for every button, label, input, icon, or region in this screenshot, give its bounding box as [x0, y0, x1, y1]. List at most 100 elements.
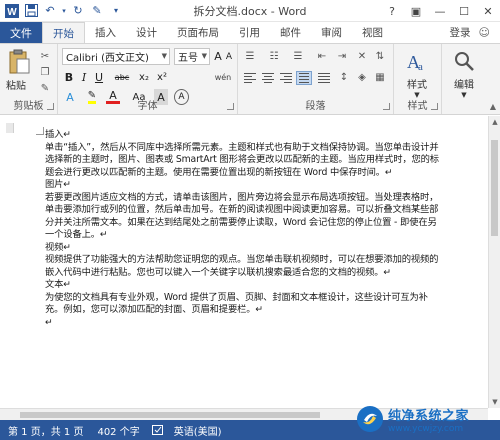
font-name-select[interactable]: Calibri (西文正文) ▼: [62, 48, 170, 65]
redo-icon[interactable]: ↻: [70, 3, 86, 19]
paste-button[interactable]: 粘贴: [6, 77, 26, 92]
help-icon[interactable]: ?: [380, 0, 404, 22]
editing-button[interactable]: 编辑 ▼: [449, 47, 479, 99]
chinese-layout-icon[interactable]: ✕: [354, 50, 370, 62]
tab-insert[interactable]: 插入: [85, 22, 126, 43]
editing-icon: [449, 47, 479, 75]
chevron-down-icon: ▼: [161, 52, 167, 60]
svg-text:a: a: [418, 61, 423, 73]
language-status[interactable]: 英语(美国): [174, 423, 222, 438]
doc-paragraph[interactable]: 视频↵: [45, 242, 445, 255]
clipboard-launcher-icon[interactable]: [47, 103, 54, 110]
page-count[interactable]: 第 1 页，共 1 页: [8, 423, 83, 438]
doc-paragraph[interactable]: 若要更改图片适应文档的方式，请单击该图片，图片旁边将会显示布局选项按钮。当处理表…: [45, 192, 445, 242]
strikethrough-button[interactable]: abc: [112, 69, 132, 85]
proofing-icon[interactable]: [151, 424, 164, 436]
paragraph-label: 段落: [305, 101, 326, 112]
font-name-value: Calibri (西文正文): [66, 53, 149, 64]
editing-group: 编辑 ▼: [442, 44, 486, 114]
doc-paragraph[interactable]: 视频提供了功能强大的方法帮助您证明您的观点。当您单击联机视频时，可以在想要添加的…: [45, 254, 445, 279]
styles-launcher-icon[interactable]: [431, 103, 438, 110]
ribbon-tabs: 文件 开始 插入 设计 页面布局 引用 邮件 审阅 视图 登录 ☺: [0, 22, 500, 43]
underline-button[interactable]: U: [93, 69, 105, 85]
paste-icon[interactable]: [8, 49, 30, 75]
doc-paragraph[interactable]: 插入↵: [45, 129, 445, 142]
line-spacing-icon[interactable]: ↕: [336, 71, 352, 83]
customize-qa-icon[interactable]: ▾: [108, 3, 124, 19]
tab-design[interactable]: 设计: [126, 22, 167, 43]
ribbon-display-icon[interactable]: ▣: [404, 0, 428, 22]
tab-review[interactable]: 审阅: [311, 22, 352, 43]
superscript-button[interactable]: x²: [154, 69, 170, 85]
vertical-ruler: [6, 123, 14, 408]
paragraph-group: ☰ ☷ ☰ ⇤ ⇥ ✕ ⇅ ↕ ◈ ▦ ¶ 段落: [238, 44, 394, 114]
increase-indent-icon[interactable]: ⇥: [334, 50, 350, 62]
styles-button[interactable]: Aa 样式 ▼: [402, 47, 432, 99]
doc-paragraph[interactable]: 单击“插入”，然后从不同库中选择所需元素。主题和样式也有助于文档保持协调。当您单…: [45, 142, 445, 180]
watermark-text: 纯净系统之家 www.ycwjzy.com: [388, 405, 469, 434]
undo-dropdown-icon[interactable]: ▾: [61, 3, 67, 19]
editing-button-label: 编辑: [454, 80, 474, 91]
document-page[interactable]: 插入↵ 单击“插入”，然后从不同库中选择所需元素。主题和样式也有助于文档保持协调…: [45, 129, 445, 329]
watermark-title: 纯净系统之家: [388, 408, 470, 424]
close-icon[interactable]: ✕: [476, 0, 500, 22]
font-launcher-icon[interactable]: [227, 103, 234, 110]
login-link[interactable]: 登录 ☺: [450, 25, 490, 40]
multilevel-list-icon[interactable]: ☰: [290, 50, 306, 62]
watermark: 纯净系统之家 www.ycwjzy.com: [356, 400, 496, 438]
styles-group: Aa 样式 ▼ 样式: [394, 44, 442, 114]
horizontal-ruler: [0, 116, 500, 123]
decrease-indent-icon[interactable]: ⇤: [314, 50, 330, 62]
format-painter-icon[interactable]: ✎: [38, 82, 52, 94]
align-right-icon[interactable]: [278, 71, 294, 85]
styles-icon: Aa: [402, 47, 432, 75]
subscript-button[interactable]: x₂: [136, 69, 152, 85]
borders-icon[interactable]: ▦: [372, 71, 388, 83]
wen-button[interactable]: wén: [212, 69, 234, 85]
italic-button[interactable]: I: [78, 69, 90, 85]
tab-page-layout[interactable]: 页面布局: [167, 22, 229, 43]
vertical-scrollbar[interactable]: ▲ ▼: [488, 116, 500, 408]
shading-icon[interactable]: ◈: [354, 71, 370, 83]
scroll-thumb[interactable]: [491, 140, 498, 236]
crop-mark: [36, 127, 44, 135]
chevron-down-icon: ▼: [461, 91, 467, 99]
save-icon[interactable]: [23, 3, 39, 19]
doc-paragraph[interactable]: 图片↵: [45, 179, 445, 192]
distributed-icon[interactable]: [316, 71, 332, 85]
tab-references[interactable]: 引用: [229, 22, 270, 43]
tab-home[interactable]: 开始: [42, 22, 85, 43]
ribbon: 粘贴 ✂ ❐ ✎ 剪贴板 Calibri (西文正文) ▼ 五号 ▼ A A B…: [0, 43, 500, 115]
tab-mailings[interactable]: 邮件: [270, 22, 311, 43]
doc-paragraph[interactable]: ↵: [45, 317, 445, 330]
maximize-icon[interactable]: ☐: [452, 0, 476, 22]
font-group: Calibri (西文正文) ▼ 五号 ▼ A A B I U abc x₂ x…: [58, 44, 238, 114]
font-label: 字体: [137, 101, 158, 112]
collapse-ribbon-icon[interactable]: ▲: [490, 102, 496, 111]
paragraph-launcher-icon[interactable]: [383, 103, 390, 110]
bold-button[interactable]: B: [63, 69, 75, 85]
word-logo-icon: W: [4, 3, 20, 19]
bullets-icon[interactable]: ☰: [242, 50, 258, 62]
doc-paragraph[interactable]: 为使您的文档具有专业外观，Word 提供了页眉、页脚、封面和文本框设计，这些设计…: [45, 292, 445, 317]
minimize-icon[interactable]: —: [428, 0, 452, 22]
undo-icon[interactable]: ↶: [42, 3, 58, 19]
shrink-font-icon[interactable]: A: [223, 49, 235, 65]
word-count[interactable]: 402 个字: [97, 423, 139, 438]
justify-icon[interactable]: [296, 71, 312, 85]
window-controls: ? ▣ — ☐ ✕: [380, 0, 500, 22]
tab-view[interactable]: 视图: [352, 22, 393, 43]
tab-file[interactable]: 文件: [0, 22, 42, 43]
hscroll-thumb[interactable]: [20, 412, 320, 418]
scroll-up-icon[interactable]: ▲: [489, 116, 500, 128]
cut-icon[interactable]: ✂: [38, 50, 52, 62]
copy-icon[interactable]: ❐: [38, 66, 52, 78]
font-size-select[interactable]: 五号 ▼: [174, 48, 210, 65]
align-left-icon[interactable]: [242, 71, 258, 85]
numbering-icon[interactable]: ☷: [266, 50, 282, 62]
login-label: 登录: [449, 27, 471, 39]
align-center-icon[interactable]: [260, 71, 276, 85]
sort-icon[interactable]: ⇅: [372, 50, 388, 62]
format-painter-qa-icon[interactable]: ✎: [89, 3, 105, 19]
doc-paragraph[interactable]: 文本↵: [45, 279, 445, 292]
